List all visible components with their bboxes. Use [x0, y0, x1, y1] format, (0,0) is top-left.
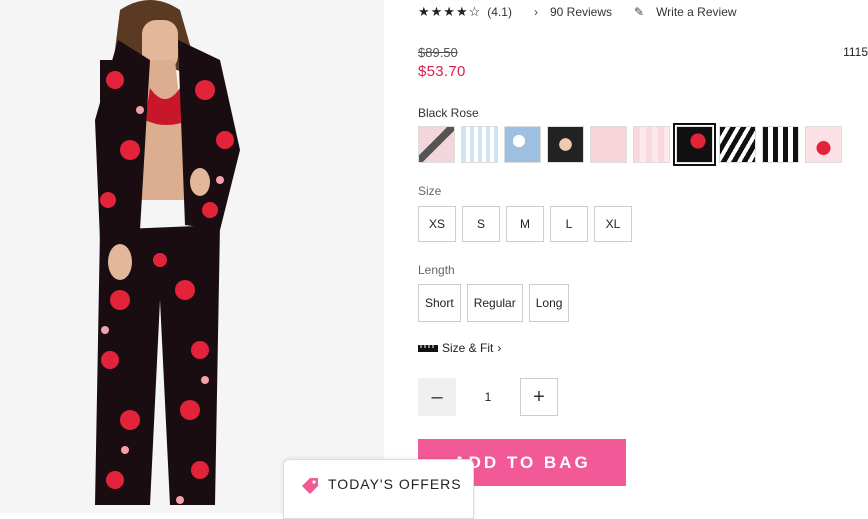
increase-quantity-button[interactable]: + — [520, 378, 558, 416]
quantity-value[interactable]: 1 — [456, 390, 520, 404]
size-option-xl[interactable]: XL — [594, 206, 632, 242]
rating-row: ★★★★☆ (4.1) › 90 Reviews ✎ Write a Revie… — [418, 4, 737, 20]
color-swatch[interactable] — [418, 126, 455, 163]
rating-stars-icon: ★★★★☆ — [418, 4, 482, 19]
size-options: XS S M L XL — [418, 206, 632, 242]
size-option-xs[interactable]: XS — [418, 206, 456, 242]
chevron-right-icon: › — [533, 5, 538, 19]
color-swatch[interactable] — [547, 126, 584, 163]
product-image[interactable] — [0, 0, 384, 513]
pencil-icon: ✎ — [634, 5, 645, 19]
length-option-short[interactable]: Short — [418, 284, 461, 322]
ruler-icon — [418, 345, 438, 352]
decrease-quantity-button[interactable]: – — [418, 378, 456, 416]
length-option-regular[interactable]: Regular — [466, 284, 523, 322]
sku-number: 1115 — [843, 45, 868, 59]
size-fit-link[interactable]: Size & Fit › — [418, 341, 501, 355]
size-fit-label: Size & Fit — [442, 341, 494, 355]
length-option-long[interactable]: Long — [528, 284, 570, 322]
size-label: Size — [418, 184, 442, 198]
tag-icon — [302, 478, 318, 494]
model-illustration — [0, 0, 384, 513]
color-swatches — [418, 123, 842, 166]
sale-price: $53.70 — [418, 63, 466, 80]
rating-value: (4.1) — [487, 5, 512, 19]
color-swatch[interactable] — [633, 126, 670, 163]
color-swatch[interactable] — [762, 126, 799, 163]
color-swatch[interactable] — [590, 126, 627, 163]
color-swatch[interactable] — [805, 126, 842, 163]
todays-offers-label: TODAY'S OFFERS — [328, 476, 462, 492]
color-swatch[interactable] — [461, 126, 498, 163]
reviews-link[interactable]: 90 Reviews — [550, 5, 612, 19]
selected-color-label: Black Rose — [418, 106, 479, 120]
color-swatch[interactable] — [719, 126, 756, 163]
todays-offers-button[interactable]: TODAY'S OFFERS — [283, 459, 474, 519]
chevron-right-icon: › — [497, 341, 502, 355]
color-swatch-selected[interactable] — [673, 123, 716, 166]
write-review-link[interactable]: Write a Review — [656, 5, 736, 19]
size-option-m[interactable]: M — [506, 206, 544, 242]
length-label: Length — [418, 263, 455, 277]
color-swatch[interactable] — [504, 126, 541, 163]
quantity-stepper: – 1 + — [418, 378, 558, 416]
length-options: Short Regular Long — [418, 284, 570, 322]
original-price: $89.50 — [418, 45, 458, 60]
size-option-s[interactable]: S — [462, 206, 500, 242]
size-option-l[interactable]: L — [550, 206, 588, 242]
